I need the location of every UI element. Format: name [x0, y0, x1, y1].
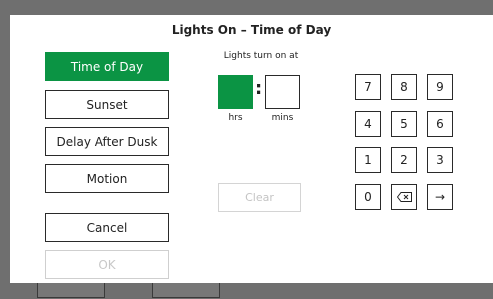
keypad-0-button[interactable]: 0: [355, 184, 381, 210]
key-label: 3: [436, 153, 444, 167]
key-label: 1: [364, 153, 372, 167]
key-label: 9: [436, 80, 444, 94]
keypad-8-button[interactable]: 8: [391, 74, 417, 100]
lights-on-dialog: Lights On – Time of Day Time of Day Suns…: [10, 15, 493, 283]
mode-delay-after-dusk-button[interactable]: Delay After Dusk: [45, 127, 169, 156]
key-label: 6: [436, 117, 444, 131]
dialog-title: Lights On – Time of Day: [171, 23, 332, 37]
key-label: 0: [364, 190, 372, 204]
key-label: 4: [364, 117, 372, 131]
mode-time-of-day-button[interactable]: Time of Day: [45, 52, 169, 81]
hours-field[interactable]: [218, 75, 253, 109]
minutes-field[interactable]: [265, 75, 300, 109]
time-entry-heading: Lights turn on at: [223, 51, 299, 61]
key-label: 8: [400, 80, 408, 94]
clear-label: Clear: [245, 191, 274, 204]
minutes-label: mins: [271, 113, 294, 123]
keypad-enter-button[interactable]: →: [427, 184, 453, 210]
mode-label: Delay After Dusk: [56, 134, 158, 149]
mode-label: Sunset: [86, 97, 128, 112]
key-label: 7: [364, 80, 372, 94]
clear-button[interactable]: Clear: [218, 183, 301, 212]
keypad-2-button[interactable]: 2: [391, 147, 417, 173]
keypad-4-button[interactable]: 4: [355, 111, 381, 137]
keypad-7-button[interactable]: 7: [355, 74, 381, 100]
mode-motion-button[interactable]: Motion: [45, 164, 169, 193]
mode-sunset-button[interactable]: Sunset: [45, 90, 169, 119]
mode-label: Motion: [86, 171, 128, 186]
keypad-5-button[interactable]: 5: [391, 111, 417, 137]
arrow-right-icon: →: [434, 190, 446, 204]
ok-button[interactable]: OK: [45, 250, 169, 279]
hours-label: hrs: [228, 113, 243, 123]
background-tab-right: [152, 282, 220, 298]
cancel-button[interactable]: Cancel: [45, 213, 169, 242]
keypad-3-button[interactable]: 3: [427, 147, 453, 173]
keypad-9-button[interactable]: 9: [427, 74, 453, 100]
ok-label: OK: [98, 257, 116, 272]
mode-label: Time of Day: [70, 59, 144, 74]
key-label: 2: [400, 153, 408, 167]
key-label: 5: [400, 117, 408, 131]
keypad-backspace-button[interactable]: [391, 184, 417, 210]
keypad-6-button[interactable]: 6: [427, 111, 453, 137]
background-tab-left: [37, 282, 105, 298]
keypad-1-button[interactable]: 1: [355, 147, 381, 173]
backspace-icon: [396, 192, 412, 202]
time-separator: :: [255, 78, 263, 99]
cancel-label: Cancel: [86, 220, 128, 235]
